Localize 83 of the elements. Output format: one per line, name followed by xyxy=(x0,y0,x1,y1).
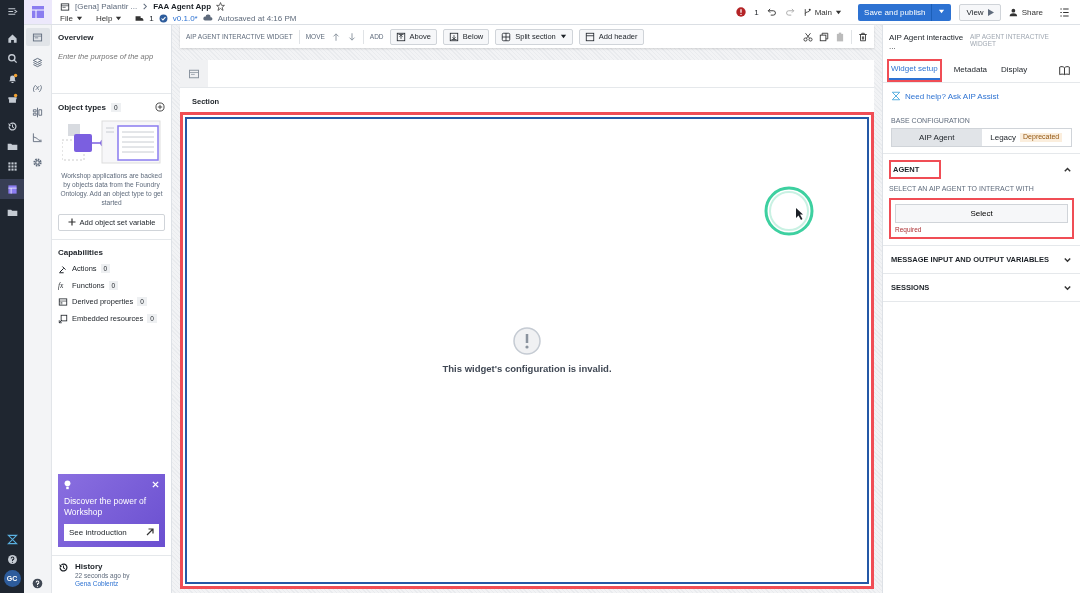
help-icon xyxy=(6,553,18,565)
publish-button[interactable]: Save and publish xyxy=(858,3,932,21)
app-logo-icon xyxy=(30,4,46,20)
click-indicator-icon xyxy=(763,185,815,237)
embedded-icon xyxy=(58,313,68,324)
caret-icon xyxy=(115,14,123,22)
capabilities-title: Capabilities xyxy=(58,247,104,257)
variables-tool[interactable]: (x) xyxy=(25,78,50,96)
caret-icon xyxy=(835,8,843,16)
copy-icon[interactable] xyxy=(819,31,829,42)
header-icon xyxy=(584,31,595,42)
menu-item[interactable]: File xyxy=(60,13,83,23)
split-icon xyxy=(501,31,512,42)
help-icon[interactable] xyxy=(32,578,43,589)
breadcrumb-link[interactable]: [Gena] Palantir ... xyxy=(75,2,138,11)
error-icon xyxy=(736,7,747,17)
branch-selector[interactable]: Main xyxy=(802,7,843,17)
book-icon[interactable] xyxy=(1059,65,1070,76)
chevron-down-icon xyxy=(1063,283,1072,292)
star-icon[interactable] xyxy=(216,2,226,11)
below-icon xyxy=(448,31,459,42)
object-types-title: Object types xyxy=(58,102,106,112)
menu-item[interactable]: Help xyxy=(95,13,123,23)
overview-icon xyxy=(32,31,43,43)
promo-text: Discover the power of Workshop xyxy=(64,495,148,518)
overview-tool[interactable] xyxy=(25,28,50,46)
app-icon xyxy=(60,1,70,12)
layers-icon xyxy=(32,56,43,68)
close-icon[interactable] xyxy=(152,481,159,489)
history-title: History xyxy=(75,562,104,571)
select-button[interactable]: Select xyxy=(895,204,1068,223)
autosave-status: Autosaved at 4:16 PM xyxy=(217,13,297,23)
home-icon xyxy=(6,32,18,44)
history-icon xyxy=(58,562,69,573)
app-rail-item[interactable] xyxy=(0,179,24,199)
plus-icon xyxy=(67,218,76,227)
widget-icon xyxy=(188,67,200,80)
panel-tab[interactable]: Widget setup xyxy=(889,61,940,80)
lightbulb-icon xyxy=(64,479,71,490)
menu-icon[interactable] xyxy=(6,6,18,17)
aip-assist-icon xyxy=(891,91,901,101)
app-title: FAA Agent App xyxy=(153,2,212,11)
chart-icon xyxy=(32,131,43,143)
widget-title: AIP Agent interactive ... xyxy=(889,33,965,51)
view-button[interactable]: View xyxy=(959,3,1001,21)
segment-option[interactable]: AIP Agent xyxy=(892,129,982,146)
external-arrow-icon xyxy=(146,528,154,536)
play-icon xyxy=(987,8,994,16)
grid-icon xyxy=(6,160,18,172)
cloud-check-icon xyxy=(202,13,213,23)
share-button[interactable]: Share xyxy=(1008,7,1043,17)
panel-tab[interactable]: Display xyxy=(999,62,1030,79)
warning-icon xyxy=(513,327,541,355)
undo-icon[interactable] xyxy=(766,7,777,17)
actions-icon xyxy=(58,263,68,274)
gift-icon xyxy=(6,92,18,104)
aip-icon xyxy=(6,533,18,545)
layout-icon xyxy=(32,106,43,118)
caret-icon xyxy=(75,14,83,22)
chevron-up-icon xyxy=(1063,165,1072,174)
chevron-down-icon xyxy=(1063,255,1072,264)
chevron-right-icon xyxy=(142,3,149,10)
trash-icon[interactable] xyxy=(858,31,868,42)
add-icon[interactable] xyxy=(155,102,165,112)
app-icon xyxy=(6,183,18,195)
caret-icon xyxy=(938,7,946,15)
caret-icon xyxy=(559,33,567,40)
error-count[interactable]: 1 xyxy=(754,7,759,17)
search-icon xyxy=(6,52,18,64)
aip-assist-link[interactable]: Need help? Ask AIP Assist xyxy=(905,91,999,101)
vehicle-count: 1 xyxy=(149,13,154,23)
branch-icon xyxy=(802,7,812,17)
version-link[interactable]: v0.1.0* xyxy=(172,13,198,23)
derived-icon xyxy=(58,296,68,307)
list-icon[interactable] xyxy=(1059,6,1070,18)
invalid-config-message: This widget's configuration is invalid. xyxy=(442,363,612,374)
overview-title: Overview xyxy=(58,33,95,42)
history-icon xyxy=(6,120,18,132)
person-icon xyxy=(1008,7,1019,17)
see-introduction-button[interactable]: See introduction xyxy=(64,524,159,541)
cut-icon[interactable] xyxy=(803,31,813,42)
panel-tab[interactable]: Metadata xyxy=(951,62,990,79)
above-icon xyxy=(395,31,406,42)
